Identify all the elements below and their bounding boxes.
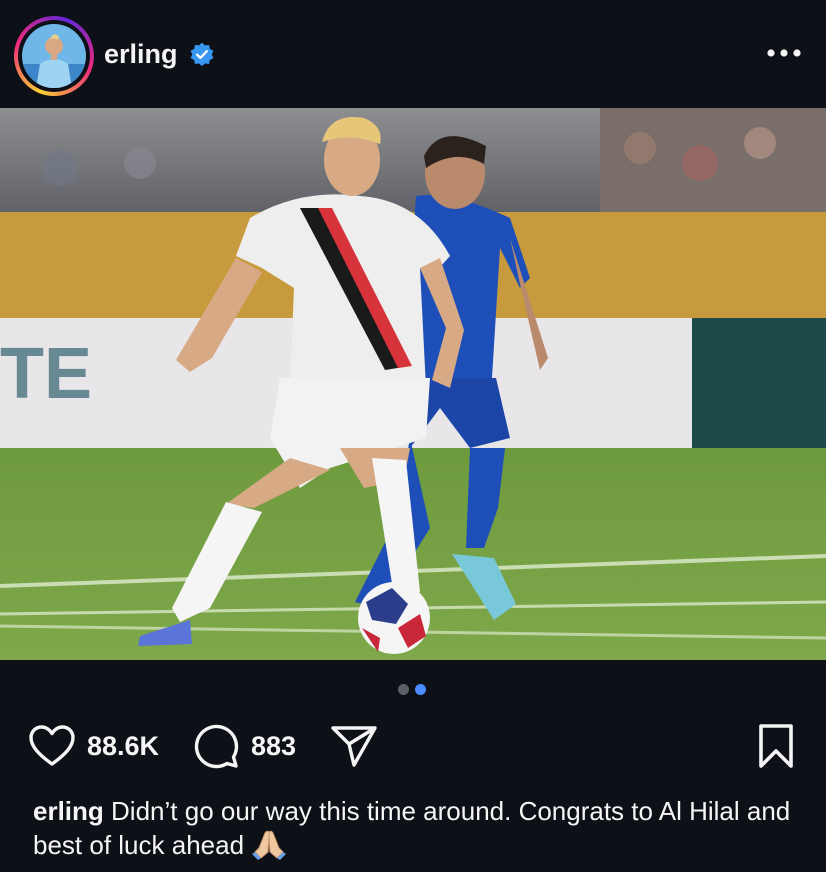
instagram-post: erling TE 88.6K 883 erling Didn’t go our… [0,0,826,872]
post-photo[interactable]: TE [0,108,826,660]
carousel-dot-1 [398,684,409,695]
comment-count[interactable]: 883 [251,731,296,762]
post-caption: erling Didn’t go our way this time aroun… [33,795,803,862]
football-match-photo: TE [0,108,826,660]
heart-icon[interactable] [28,724,76,768]
avatar[interactable] [22,24,86,88]
verified-badge-icon [190,42,214,67]
svg-text:TE: TE [0,334,92,414]
like-count[interactable]: 88.6K [87,731,159,762]
story-ring[interactable] [14,16,94,96]
caption-username[interactable]: erling [33,796,104,826]
paper-plane-icon[interactable] [330,724,378,768]
carousel-dot-2-active [415,684,426,695]
folded-hands-emoji [252,830,287,860]
carousel-indicator [398,684,426,696]
more-horizontal-icon[interactable] [766,46,802,60]
header-username[interactable]: erling [104,39,178,70]
comment-bubble-icon[interactable] [193,723,239,769]
post-header: erling [0,0,826,108]
caption-text: Didn’t go our way this time around. Cong… [33,796,791,860]
bookmark-icon[interactable] [756,723,796,769]
action-bar: 88.6K 883 [0,716,826,776]
